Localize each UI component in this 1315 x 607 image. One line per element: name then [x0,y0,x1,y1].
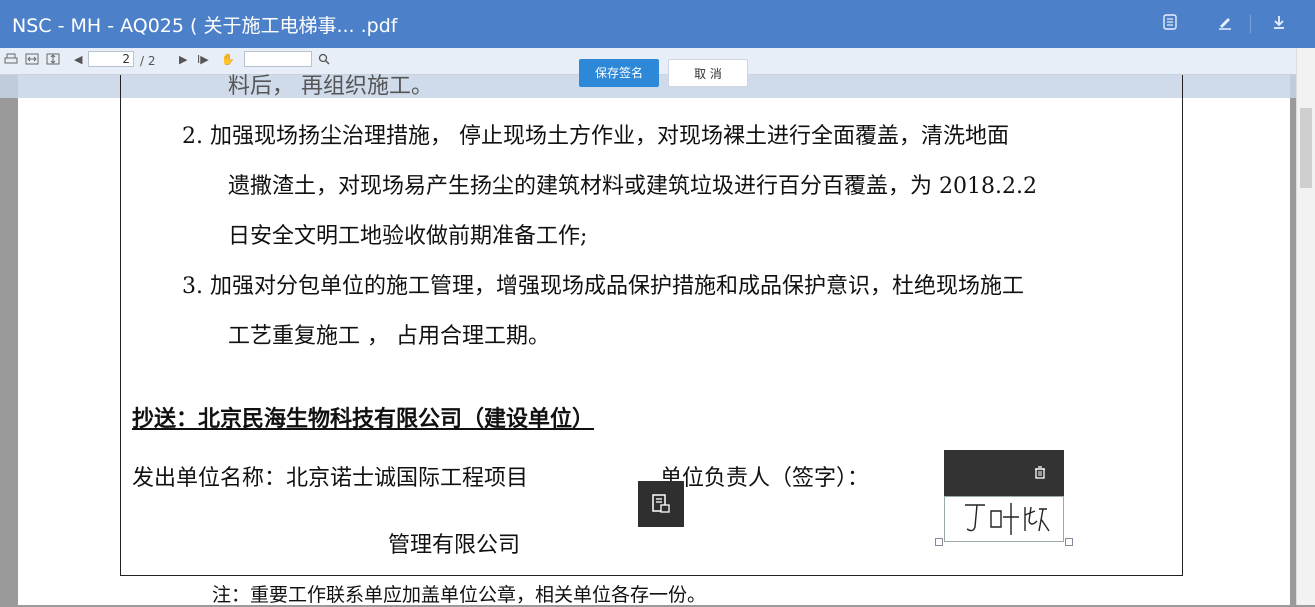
delete-signature-icon[interactable] [1033,466,1047,480]
stamp-tool-button[interactable] [638,481,684,527]
cancel-button[interactable]: 取 消 [668,59,748,87]
document-title: NSC - MH - AQ025 ( 关于施工电梯事... .pdf [12,15,398,37]
text-select-icon[interactable]: I▶ [197,53,209,67]
cc-line: 抄送：北京民海生物科技有限公司（建设单位） [132,406,595,432]
issuer-line-2: 管理有限公司 [388,533,521,558]
search-icon[interactable] [318,53,330,69]
title-bar: NSC - MH - AQ025 ( 关于施工电梯事... .pdf [0,0,1315,48]
hand-tool-icon[interactable]: ✋ [221,53,235,67]
signature-box[interactable] [944,496,1064,542]
fit-height-icon[interactable] [46,53,60,69]
item-2-line-3: 日安全文明工地验收做前期准备工作; [228,224,588,249]
item-2-line-1: 2. 加强现场扬尘治理措施， 停止现场土方作业，对现场裸土进行全面覆盖，清洗地面 [182,124,1009,149]
item-3-line-2: 工艺重复施工 ， 占用合理工期。 [228,324,550,349]
page-number-input[interactable]: 2 [88,51,134,67]
fit-width-icon[interactable] [25,53,39,69]
page-total: / 2 [140,54,156,68]
next-page-icon[interactable]: ▶ [179,53,187,67]
resize-handle-bottom-left[interactable] [935,538,943,546]
resize-handle-bottom-right[interactable] [1065,538,1073,546]
search-input[interactable] [244,51,312,67]
partial-line: 料后， 再组织施工。 [228,74,433,99]
print-icon[interactable] [4,53,18,69]
footnote: 注：重要工作联系单应加盖单位公章，相关单位各存一份。 [212,584,707,606]
issuer-label: 发出单位名称：北京诺士诚国际工程项目 [132,466,529,491]
item-3-line-1: 3. 加强对分包单位的施工管理，增强现场成品保护措施和成品保护意识，杜绝现场施工 [182,274,1024,299]
handwritten-signature [965,503,1050,535]
download-icon[interactable] [1269,14,1289,34]
scrollbar-thumb[interactable] [1300,108,1312,188]
list-icon[interactable] [1160,14,1180,34]
save-signature-button[interactable]: 保存签名 [579,59,659,87]
responsible-label: 单位负责人（签字）： [660,466,870,491]
stamp-icon [652,494,670,513]
toolbar-divider [1250,15,1251,33]
prev-page-icon[interactable]: ◀ [74,53,82,67]
vertical-scrollbar[interactable] [1296,48,1315,605]
edit-icon[interactable] [1215,14,1235,34]
item-2-line-2: 遗撒渣土，对现场易产生扬尘的建筑材料或建筑垃圾进行百分百覆盖，为 2018.2.… [228,174,1037,199]
